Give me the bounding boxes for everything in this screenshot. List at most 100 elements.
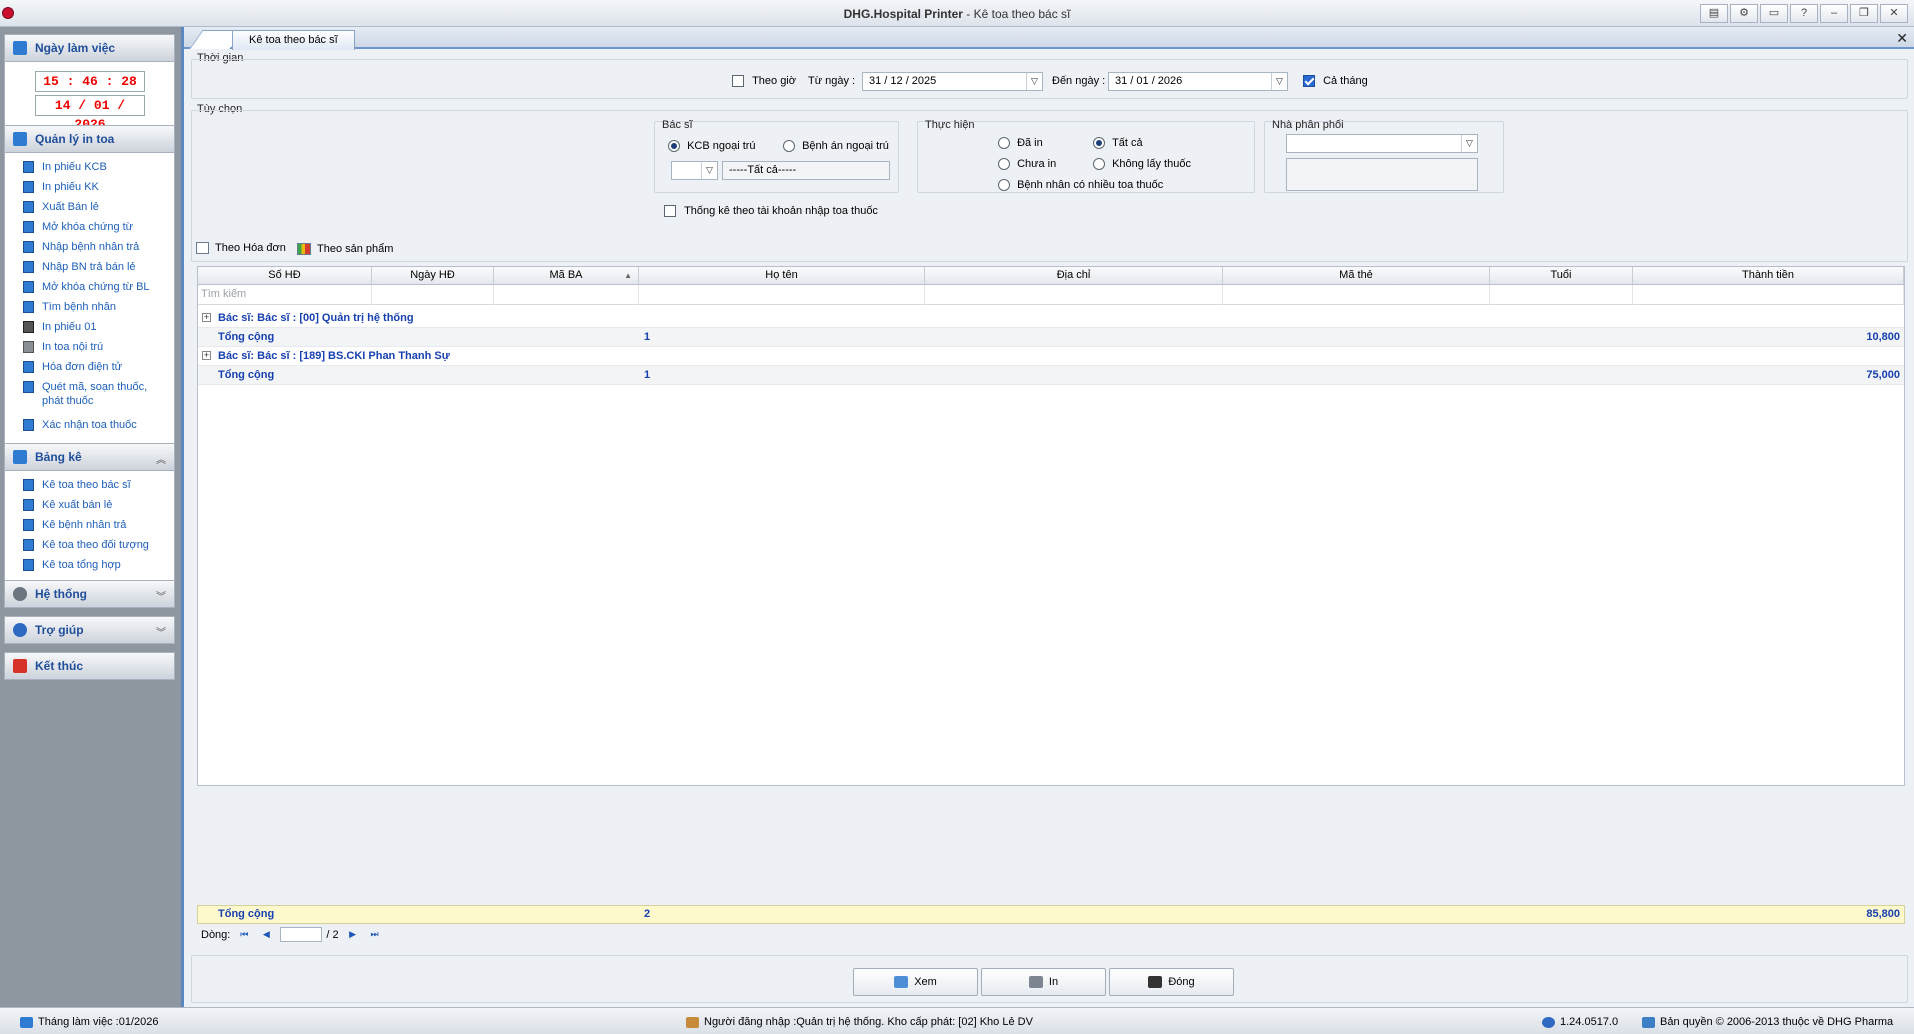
col-ngay-hd[interactable]: Ngày HĐ — [372, 267, 494, 285]
not-printed-option[interactable]: Chưa in — [998, 158, 1056, 171]
minimize-button[interactable]: – — [1820, 4, 1848, 23]
sidebar-item-ke-toa-bac-si[interactable]: Kê toa theo bác sĩ — [23, 478, 162, 492]
col-ho-ten[interactable]: Họ tên — [639, 267, 925, 285]
col-dia-chi[interactable]: Địa chỉ — [925, 267, 1223, 285]
sidebar-item-xuat-ban-le[interactable]: Xuất Bán lẻ — [23, 200, 162, 214]
sidebar-group-print[interactable]: Quản lý in toa — [4, 125, 175, 153]
sidebar-item-in-phieu-kcb[interactable]: In phiếu KCB — [23, 160, 162, 174]
sidebar-item-ke-toa-doi-tuong[interactable]: Kê toa theo đối tượng — [23, 538, 162, 552]
chevron-down-icon[interactable]: ︾ — [156, 588, 166, 603]
tab-ke-toa-theo-bac-si[interactable]: Kê toa theo bác sĩ — [232, 30, 355, 50]
stat-account-checkbox[interactable] — [664, 205, 676, 218]
sidebar-item-in-phieu-kk[interactable]: In phiếu KK — [23, 180, 162, 194]
sidebar-item-ke-benh-nhan-tra[interactable]: Kê bệnh nhân trả — [23, 518, 162, 532]
filter-ho-ten[interactable] — [639, 285, 925, 305]
printed-radio[interactable] — [998, 137, 1010, 150]
sidebar-item-mo-khoa-chung-tu-bl[interactable]: Mở khóa chứng từ BL — [23, 280, 162, 294]
from-date-input[interactable]: 31 / 12 / 2025 ▽ — [862, 72, 1043, 91]
chevron-down-icon[interactable]: ▽ — [701, 162, 717, 179]
status-label: Thực hiện — [925, 119, 975, 131]
filter-ma-the[interactable] — [1223, 285, 1490, 305]
sidebar-group-system[interactable]: Hệ thống ︾ — [4, 580, 175, 608]
settings-icon[interactable]: ⚙ — [1730, 4, 1758, 23]
distributor-list[interactable] — [1286, 158, 1478, 191]
expand-icon[interactable]: + — [202, 313, 211, 322]
sidebar-item-mo-khoa-chung-tu[interactable]: Mở khóa chứng từ — [23, 220, 162, 234]
filter-ngay-hd[interactable] — [372, 285, 494, 305]
first-page-icon[interactable]: ⏮ — [236, 928, 252, 941]
sidebar-group-exit[interactable]: Kết thúc — [4, 652, 175, 680]
whole-month-checkbox[interactable] — [1303, 75, 1315, 88]
tab-by-invoice[interactable]: Theo Hóa đơn — [196, 242, 286, 254]
chevron-down-icon[interactable]: ▽ — [1461, 135, 1477, 152]
restore-button[interactable]: ❐ — [1850, 4, 1878, 23]
tab-by-product[interactable]: Theo sản phẩm — [297, 243, 393, 255]
chevron-down-icon[interactable]: ▽ — [1271, 73, 1287, 90]
chevron-down-icon[interactable]: ▽ — [1026, 73, 1042, 90]
col-tuoi[interactable]: Tuổi — [1490, 267, 1633, 285]
window-icon[interactable]: ▭ — [1760, 4, 1788, 23]
close-tab-icon[interactable]: ✕ — [1896, 30, 1908, 47]
sidebar-group-help[interactable]: Trợ giúp ︾ — [4, 616, 175, 644]
sidebar-item-ke-xuat-ban-le[interactable]: Kê xuất bán lẻ — [23, 498, 162, 512]
not-printed-radio[interactable] — [998, 158, 1010, 171]
col-so-hd[interactable]: Số HĐ — [198, 267, 372, 285]
by-hour-checkbox[interactable] — [732, 75, 744, 88]
chevron-down-icon[interactable]: ︾ — [156, 624, 166, 639]
sidebar-item-in-phieu-01[interactable]: In phiếu 01 — [23, 320, 162, 334]
last-page-icon[interactable]: ⏭ — [367, 928, 383, 941]
sidebar-item-nhap-bn-tra-ban-le[interactable]: Nhập BN trả bán lẻ — [23, 260, 162, 274]
filter-tuoi[interactable] — [1490, 285, 1633, 305]
no-drug-radio[interactable] — [1093, 158, 1105, 171]
prev-page-icon[interactable]: ◀ — [258, 928, 274, 941]
pager: Dòng: ⏮ ◀ / 2 ▶ ⏭ — [197, 924, 1905, 945]
printed-option[interactable]: Đã in — [998, 137, 1043, 150]
group-row[interactable]: + Bác sĩ: Bác sĩ : [189] BS.CKI Phan Tha… — [198, 347, 1904, 366]
sidebar-item-ke-toa-tong-hop[interactable]: Kê toa tổng hợp — [23, 558, 162, 572]
print-button[interactable]: In — [981, 968, 1106, 996]
search-filter-input[interactable]: Tìm kiếm — [198, 285, 372, 305]
view-button[interactable]: Xem — [853, 968, 978, 996]
exit-door-icon — [1148, 976, 1163, 988]
sidebar-item-hoa-don-dien-tu[interactable]: Hóa đơn điện tử — [23, 360, 162, 374]
sidebar-item-tim-benh-nhan[interactable]: Tìm bệnh nhân — [23, 300, 162, 314]
sidebar-item-quet-ma[interactable]: Quét mã, soạn thuốc, phát thuốc — [23, 380, 162, 408]
to-date-input[interactable]: 31 / 01 / 2026 ▽ — [1108, 72, 1288, 91]
outpatient-record-radio[interactable] — [783, 140, 795, 153]
tab-strip: Kê toa theo bác sĩ ✕ — [184, 27, 1914, 50]
group-row[interactable]: + Bác sĩ: Bác sĩ : [00] Quản trị hệ thốn… — [198, 309, 1904, 328]
doctor-code-select[interactable]: ▽ — [671, 161, 718, 180]
multi-prescription-radio[interactable] — [998, 179, 1010, 192]
layout-icon[interactable]: ▤ — [1700, 4, 1728, 23]
distributor-select[interactable]: ▽ — [1286, 134, 1478, 153]
doctor-name-field[interactable]: -----Tất cả----- — [722, 161, 890, 180]
by-hour-option[interactable]: Theo giờ — [732, 75, 796, 88]
stat-account-option[interactable]: Thống kê theo tài khoản nhập toa thuốc — [664, 205, 878, 218]
all-status-radio[interactable] — [1093, 137, 1105, 150]
page-number-input[interactable] — [280, 927, 323, 942]
outpatient-radio[interactable] — [668, 140, 680, 153]
col-ma-the[interactable]: Mã thẻ — [1223, 267, 1490, 285]
all-status-option[interactable]: Tất cả — [1093, 137, 1143, 150]
no-drug-option[interactable]: Không lấy thuốc — [1093, 158, 1191, 171]
sidebar-group-workday[interactable]: Ngày làm việc — [4, 34, 175, 62]
expand-icon[interactable]: + — [202, 351, 211, 360]
close-form-button[interactable]: Đóng — [1109, 968, 1234, 996]
sidebar-item-in-toa-noi-tru[interactable]: In toa nội trú — [23, 340, 162, 354]
outpatient-option[interactable]: KCB ngoại trú — [668, 140, 756, 153]
col-thanh-tien[interactable]: Thành tiền — [1633, 267, 1904, 285]
chevron-up-icon[interactable]: ︽ — [156, 451, 166, 466]
close-button[interactable]: ✕ — [1880, 4, 1908, 23]
help-icon[interactable]: ? — [1790, 4, 1818, 23]
sidebar-item-nhap-benh-nhan-tra[interactable]: Nhập bệnh nhân trả — [23, 240, 162, 254]
outpatient-record-option[interactable]: Bệnh án ngoại trú — [783, 140, 889, 153]
filter-thanh-tien[interactable] — [1633, 285, 1904, 305]
filter-dia-chi[interactable] — [925, 285, 1223, 305]
filter-ma-ba[interactable] — [494, 285, 639, 305]
sidebar-item-xac-nhan-toa-thuoc[interactable]: Xác nhận toa thuốc — [23, 418, 162, 432]
col-ma-ba[interactable]: Mã BA ▲ — [494, 267, 639, 285]
multi-prescription-option[interactable]: Bệnh nhân có nhiều toa thuốc — [998, 179, 1163, 192]
whole-month-option[interactable]: Cả tháng — [1303, 75, 1368, 88]
sidebar-group-reports[interactable]: Bảng kê ︽ — [4, 443, 175, 471]
next-page-icon[interactable]: ▶ — [345, 928, 361, 941]
